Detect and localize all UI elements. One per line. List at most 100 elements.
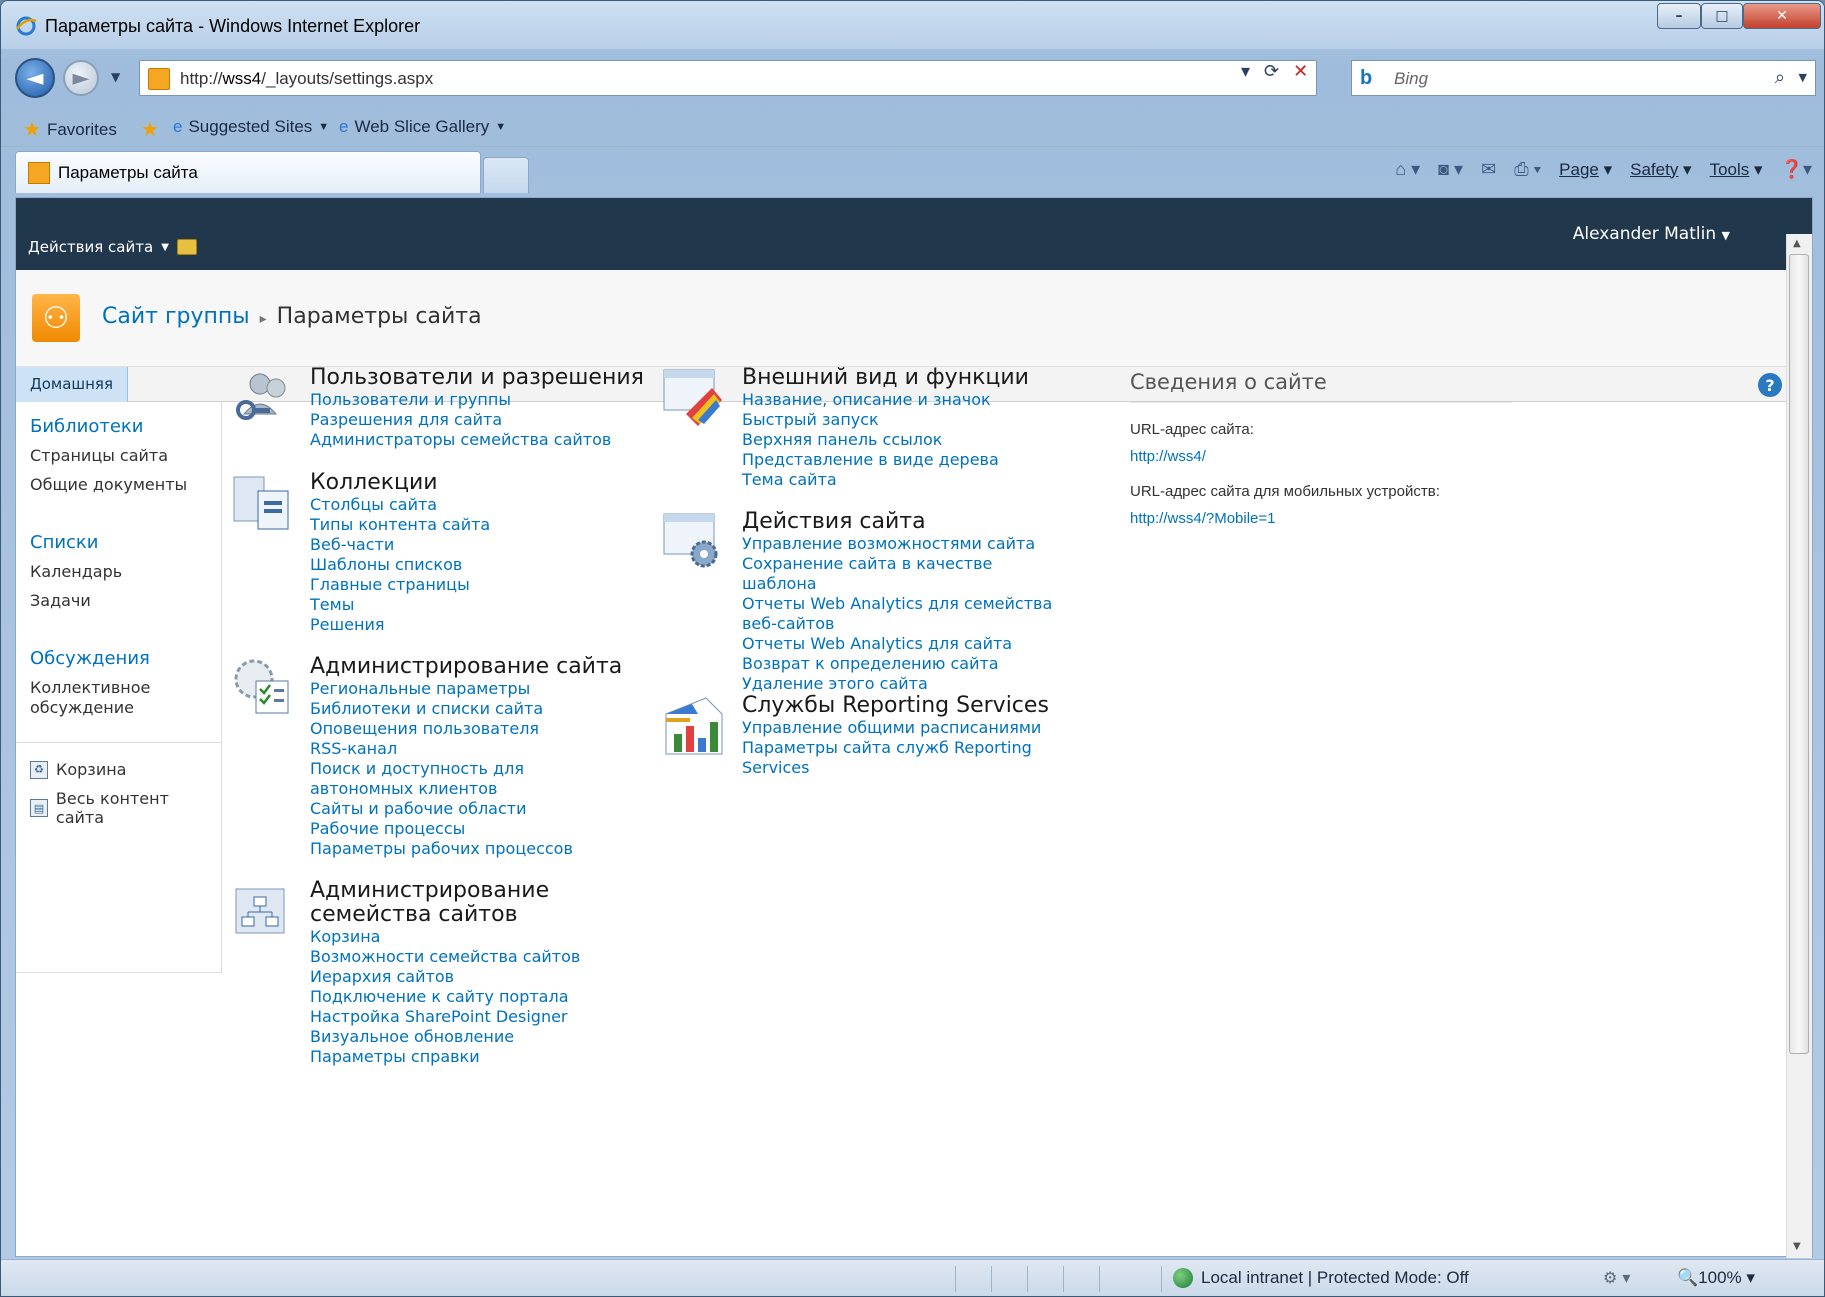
page-menu[interactable]: Page ▾ <box>1559 160 1612 180</box>
settings-link[interactable]: Решения <box>310 615 640 635</box>
settings-link[interactable]: RSS-канал <box>310 739 640 759</box>
ql-discussions-heading[interactable]: Обсуждения <box>30 648 150 669</box>
settings-link[interactable]: Корзина <box>310 927 640 947</box>
site-gears-icon <box>663 513 718 568</box>
forward-button[interactable]: ► <box>63 60 99 96</box>
breadcrumb: Сайт группы ▸ Параметры сайта <box>102 304 482 329</box>
settings-link[interactable]: Удаление этого сайта <box>742 674 1072 694</box>
vertical-scrollbar[interactable]: ▲ ▼ <box>1786 234 1812 1258</box>
search-icon[interactable]: ⌕ <box>1775 67 1785 88</box>
security-zone[interactable]: Local intranet | Protected Mode: Off <box>1173 1268 1469 1288</box>
address-dropdown-icon[interactable]: ▾ <box>1241 61 1250 82</box>
ql-item[interactable]: Страницы сайта <box>30 446 168 466</box>
ql-item[interactable]: Общие документы <box>30 475 187 495</box>
settings-link[interactable]: Возврат к определению сайта <box>742 654 1072 674</box>
help-icon[interactable]: ❓▾ <box>1781 159 1812 180</box>
print-icon[interactable]: ⎙ ▾ <box>1514 159 1541 180</box>
breadcrumb-site-link[interactable]: Сайт группы <box>102 304 250 329</box>
settings-link[interactable]: Типы контента сайта <box>310 515 640 535</box>
address-url[interactable]: http://wss4/_layouts/settings.aspx <box>180 69 433 89</box>
settings-link[interactable]: Сайты и рабочие области <box>310 799 640 819</box>
settings-link[interactable]: Быстрый запуск <box>742 410 1072 430</box>
settings-link[interactable]: Параметры рабочих процессов <box>310 839 640 859</box>
settings-link[interactable]: Шаблоны списков <box>310 555 640 575</box>
topnav-home-link[interactable]: Домашняя <box>16 367 128 402</box>
settings-link[interactable]: Возможности семейства сайтов <box>310 947 640 967</box>
settings-link[interactable]: Веб-части <box>310 535 640 555</box>
settings-link[interactable]: Иерархия сайтов <box>310 967 640 987</box>
settings-link[interactable]: Поиск и доступность для автономных клиен… <box>310 759 610 799</box>
history-dropdown-icon[interactable]: ▼ <box>111 70 120 84</box>
web-slice-gallery-link[interactable]: e Web Slice Gallery ▼ <box>339 117 506 137</box>
settings-link[interactable]: Столбцы сайта <box>310 495 640 515</box>
site-url-link[interactable]: http://wss4/ <box>1130 448 1512 465</box>
settings-link[interactable]: Управление общими расписаниями <box>742 718 1072 738</box>
settings-link[interactable]: Название, описание и значок <box>742 390 1072 410</box>
scroll-up-icon[interactable]: ▲ <box>1793 238 1801 249</box>
settings-link[interactable]: Сохранение сайта в качестве шаблона <box>742 554 1072 594</box>
tab-site-settings[interactable]: Параметры сайта <box>15 151 481 193</box>
help-icon[interactable]: ? <box>1758 373 1782 397</box>
settings-link[interactable]: Настройка SharePoint Designer <box>310 1007 640 1027</box>
settings-link[interactable]: Представление в виде дерева <box>742 450 1072 470</box>
navigate-up-icon[interactable] <box>176 239 197 255</box>
tools-menu[interactable]: Tools ▾ <box>1710 160 1763 180</box>
sharepoint-favicon-icon <box>148 68 170 90</box>
settings-link[interactable]: Отчеты Web Analytics для сайта <box>742 634 1072 654</box>
refresh-icon[interactable]: ⟳ <box>1264 61 1279 82</box>
favorites-button[interactable]: ★ Favorites <box>23 117 117 142</box>
settings-link[interactable]: Тема сайта <box>742 470 1072 490</box>
search-dropdown-icon[interactable]: ▼ <box>1799 71 1807 84</box>
ql-lists-heading[interactable]: Списки <box>30 532 99 553</box>
search-box[interactable]: b Bing ⌕ ▼ <box>1351 60 1816 96</box>
site-logo-icon[interactable]: ⚇ <box>32 294 80 342</box>
mobile-url-link[interactable]: http://wss4/?Mobile=1 <box>1130 510 1512 527</box>
settings-link[interactable]: Пользователи и группы <box>310 390 640 410</box>
title-bar: Параметры сайта - Windows Internet Explo… <box>1 1 1824 49</box>
ql-all-content-link[interactable]: ▤ Весь контент сайта <box>30 789 221 827</box>
minimize-button[interactable]: – <box>1657 3 1701 29</box>
mail-icon[interactable]: ✉ <box>1481 159 1496 180</box>
settings-link[interactable]: Региональные параметры <box>310 679 640 699</box>
settings-link[interactable]: Параметры справки <box>310 1047 640 1067</box>
settings-link[interactable]: Главные страницы <box>310 575 640 595</box>
safety-menu[interactable]: Safety ▾ <box>1630 160 1691 180</box>
settings-link[interactable]: Визуальное обновление <box>310 1027 640 1047</box>
ql-item[interactable]: Задачи <box>30 591 91 611</box>
feeds-icon[interactable]: ◙ ▾ <box>1438 159 1463 180</box>
scrollbar-thumb[interactable] <box>1789 254 1809 1054</box>
settings-link[interactable]: Отчеты Web Analytics для семейства веб-с… <box>742 594 1072 634</box>
ql-recycle-bin-link[interactable]: ♻ Корзина <box>30 760 126 779</box>
status-divider <box>1161 1266 1162 1292</box>
suggested-sites-link[interactable]: e Suggested Sites ▼ <box>173 117 329 137</box>
site-actions-menu[interactable]: Действия сайта ▼ <box>28 238 197 256</box>
settings-link[interactable]: Разрешения для сайта <box>310 410 640 430</box>
settings-link[interactable]: Оповещения пользователя <box>310 719 640 739</box>
protected-mode-icon[interactable]: ⚙ ▾ <box>1603 1268 1630 1287</box>
browser-window: Параметры сайта - Windows Internet Explo… <box>0 0 1825 1297</box>
settings-link[interactable]: Рабочие процессы <box>310 819 640 839</box>
settings-link[interactable]: Верхняя панель ссылок <box>742 430 1072 450</box>
settings-link[interactable]: Подключение к сайту портала <box>310 987 640 1007</box>
scroll-down-icon[interactable]: ▼ <box>1793 1241 1801 1252</box>
settings-link[interactable]: Параметры сайта служб Reporting Services <box>742 738 1042 778</box>
ql-libraries-heading[interactable]: Библиотеки <box>30 416 144 437</box>
add-favorites-icon[interactable]: ★ <box>141 117 159 142</box>
back-button[interactable]: ◄ <box>15 58 55 98</box>
page-content: Действия сайта ▼ Alexander Matlin ▼ ⚇ Сай… <box>15 197 1813 1258</box>
user-menu[interactable]: Alexander Matlin ▼ <box>1573 224 1730 244</box>
settings-link[interactable]: Администраторы семейства сайтов <box>310 430 640 450</box>
zoom-level[interactable]: 🔍100% ▾ <box>1677 1268 1755 1288</box>
close-button[interactable]: ✕ <box>1743 3 1821 29</box>
maximize-button[interactable]: □ <box>1701 3 1743 29</box>
address-bar[interactable]: http://wss4/_layouts/settings.aspx <box>139 60 1317 96</box>
settings-link[interactable]: Библиотеки и списки сайта <box>310 699 640 719</box>
new-tab-button[interactable] <box>483 157 529 193</box>
ql-item[interactable]: Коллективное обсуждение <box>30 678 160 718</box>
settings-link[interactable]: Управление возможностями сайта <box>742 534 1072 554</box>
home-icon[interactable]: ⌂ ▾ <box>1395 159 1420 180</box>
settings-link[interactable]: Темы <box>310 595 640 615</box>
ql-item[interactable]: Календарь <box>30 562 122 582</box>
galleries-icon <box>233 476 289 530</box>
stop-icon[interactable]: ✕ <box>1293 61 1308 82</box>
